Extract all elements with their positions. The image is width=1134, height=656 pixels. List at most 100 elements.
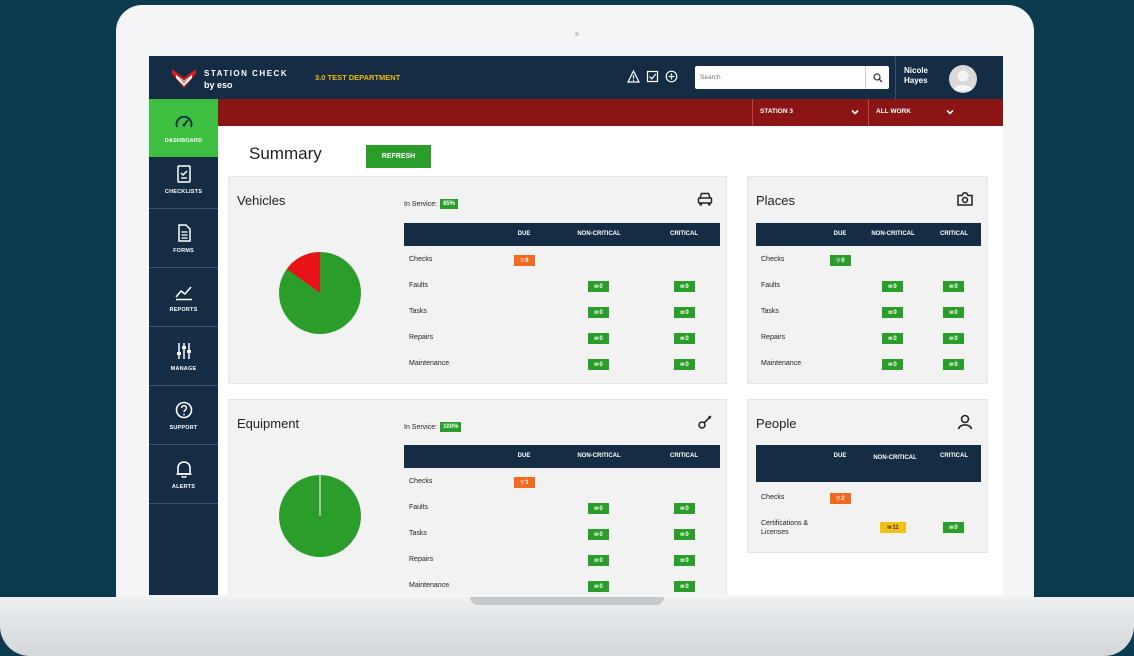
- faults-noncritical-badge[interactable]: ✉ 0: [588, 503, 609, 514]
- faults-critical-badge[interactable]: ✉ 0: [943, 281, 964, 292]
- maintenance-critical-badge[interactable]: ✉ 0: [943, 359, 964, 370]
- people-panel: People DUE NON-CRITICAL CRITICAL Checks …: [747, 399, 988, 553]
- sidebar-item-label: ALERTS: [171, 484, 196, 490]
- app-screen: STATION CHECK by eso 3.0 TEST DEPARTMENT: [149, 56, 1003, 595]
- col-noncritical: NON-CRITICAL: [871, 231, 915, 237]
- row-label-certifications: Certifications & Licenses: [761, 520, 809, 536]
- station-dropdown[interactable]: STATION 3: [752, 99, 868, 126]
- sidebar-item-label: SUPPORT: [169, 425, 198, 431]
- repairs-critical-badge[interactable]: ✉ 0: [943, 333, 964, 344]
- chart-icon: [174, 286, 192, 301]
- sidebar-item-manage[interactable]: MANAGE: [149, 328, 218, 386]
- col-noncritical: NON-CRITICAL: [577, 231, 621, 237]
- row-label-checks: Checks: [761, 256, 785, 263]
- faults-critical-badge[interactable]: ✉ 0: [674, 503, 695, 514]
- camera-icon: [957, 192, 973, 206]
- in-service-percent: 85%: [440, 199, 459, 209]
- equipment-title: Equipment: [237, 416, 300, 431]
- tasks-critical-badge[interactable]: ✉ 0: [674, 307, 695, 318]
- maintenance-critical-badge[interactable]: ✉ 0: [674, 581, 695, 592]
- wrench-icon: [698, 415, 712, 429]
- person-icon: [957, 414, 973, 430]
- avatar[interactable]: [949, 65, 977, 93]
- certifications-noncritical-badge[interactable]: ✉ 11: [880, 522, 906, 533]
- checks-due-badge[interactable]: ▽ 0: [830, 255, 851, 266]
- sidebar: DASHBOARD CHECKLISTS FORMS REPORTS MANAG…: [149, 99, 218, 595]
- sidebar-item-label: MANAGE: [170, 366, 197, 372]
- speedometer-icon: [175, 115, 192, 127]
- tasks-noncritical-badge[interactable]: ✉ 0: [588, 307, 609, 318]
- col-critical: CRITICAL: [940, 231, 968, 237]
- row-label-tasks: Tasks: [409, 530, 427, 537]
- maintenance-noncritical-badge[interactable]: ✉ 0: [588, 581, 609, 592]
- tasks-noncritical-badge[interactable]: ✉ 0: [588, 529, 609, 540]
- people-table-header: DUE NON-CRITICAL CRITICAL: [756, 445, 981, 482]
- sidebar-item-support[interactable]: SUPPORT: [149, 387, 218, 445]
- station-check-logo-icon[interactable]: [171, 67, 197, 89]
- sidebar-item-reports[interactable]: REPORTS: [149, 269, 218, 327]
- row-label-maintenance: Maintenance: [409, 360, 450, 367]
- user-name[interactable]: Nicole Hayes: [904, 66, 944, 86]
- tasks-noncritical-badge[interactable]: ✉ 0: [882, 307, 903, 318]
- equipment-pie-chart: [279, 475, 361, 557]
- row-label-faults: Faults: [409, 282, 429, 289]
- checks-due-badge[interactable]: ▽ 2: [830, 493, 851, 504]
- repairs-critical-badge[interactable]: ✉ 0: [674, 555, 695, 566]
- sidebar-item-dashboard[interactable]: DASHBOARD: [149, 99, 218, 157]
- repairs-noncritical-badge[interactable]: ✉ 0: [588, 555, 609, 566]
- brand-name: STATION CHECK: [204, 69, 289, 78]
- faults-noncritical-badge[interactable]: ✉ 0: [882, 281, 903, 292]
- sidebar-item-label: DASHBOARD: [164, 137, 203, 144]
- checks-due-badge[interactable]: ▽ 1: [514, 477, 535, 488]
- work-dropdown[interactable]: ALL WORK: [868, 99, 963, 126]
- refresh-button[interactable]: REFRESH: [366, 145, 431, 168]
- row-label-checks: Checks: [409, 256, 433, 263]
- certifications-critical-badge[interactable]: ✉ 0: [943, 522, 964, 533]
- add-circle-icon[interactable]: [665, 70, 678, 83]
- sidebar-item-alerts[interactable]: ALERTS: [149, 446, 218, 504]
- search-box: [695, 66, 889, 89]
- tasks-critical-badge[interactable]: ✉ 0: [943, 307, 964, 318]
- document-icon: [177, 224, 191, 242]
- checklist-icon: [176, 165, 191, 183]
- places-title: Places: [756, 193, 796, 208]
- faults-noncritical-badge[interactable]: ✉ 0: [588, 281, 609, 292]
- sidebar-item-checklists[interactable]: CHECKLISTS: [149, 151, 218, 209]
- row-label-tasks: Tasks: [761, 308, 779, 315]
- checks-due-badge[interactable]: ▽ 6: [514, 255, 535, 266]
- repairs-noncritical-badge[interactable]: ✉ 0: [882, 333, 903, 344]
- user-avatar-icon: [953, 70, 973, 91]
- checkbox-icon[interactable]: [646, 70, 659, 83]
- laptop-base: [0, 597, 1134, 656]
- sidebar-item-label: CHECKLISTS: [164, 189, 203, 195]
- department-name[interactable]: 3.0 TEST DEPARTMENT: [315, 73, 400, 82]
- work-dropdown-value: ALL WORK: [876, 108, 911, 115]
- vehicles-panel: Vehicles In Service: 85% DUE NON-CRITICA…: [228, 176, 727, 384]
- equipment-panel: Equipment In Service: 100% DUE NON-CRITI…: [228, 399, 727, 595]
- col-critical: CRITICAL: [670, 453, 698, 459]
- repairs-critical-badge[interactable]: ✉ 0: [674, 333, 695, 344]
- col-critical: CRITICAL: [670, 231, 698, 237]
- col-due: DUE: [833, 453, 847, 459]
- repairs-noncritical-badge[interactable]: ✉ 0: [588, 333, 609, 344]
- sidebar-item-label: FORMS: [173, 248, 194, 254]
- camera-dot: [575, 32, 579, 36]
- maintenance-critical-badge[interactable]: ✉ 0: [674, 359, 695, 370]
- sliders-icon: [176, 343, 191, 359]
- tasks-critical-badge[interactable]: ✉ 0: [674, 529, 695, 540]
- sidebar-item-forms[interactable]: FORMS: [149, 210, 218, 268]
- col-due: DUE: [517, 231, 531, 237]
- col-due: DUE: [833, 231, 847, 237]
- col-noncritical: NON-CRITICAL: [577, 453, 621, 459]
- car-icon: [697, 192, 713, 206]
- warning-icon[interactable]: [627, 70, 640, 83]
- col-due: DUE: [517, 453, 531, 459]
- maintenance-noncritical-badge[interactable]: ✉ 0: [882, 359, 903, 370]
- search-button[interactable]: [865, 66, 889, 89]
- maintenance-noncritical-badge[interactable]: ✉ 0: [588, 359, 609, 370]
- places-panel: Places DUE NON-CRITICAL CRITICAL Checks …: [747, 176, 988, 384]
- people-title: People: [756, 416, 797, 431]
- search-input[interactable]: [700, 69, 860, 86]
- vehicles-title: Vehicles: [237, 193, 286, 208]
- faults-critical-badge[interactable]: ✉ 0: [674, 281, 695, 292]
